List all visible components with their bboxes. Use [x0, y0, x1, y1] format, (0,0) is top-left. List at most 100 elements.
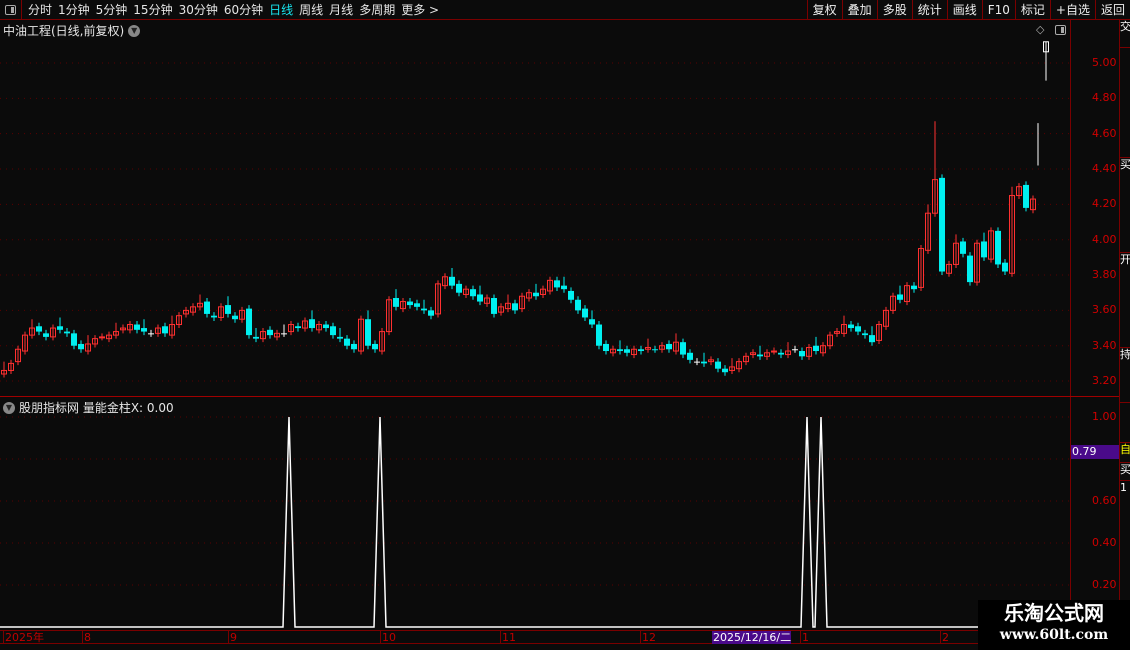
- candle-body: [421, 308, 427, 311]
- price-chart: [0, 41, 1070, 628]
- chevron-down-icon[interactable]: ▼: [3, 401, 15, 414]
- candle-body: [862, 333, 868, 336]
- candle-body: [911, 285, 917, 290]
- candle-body: [603, 343, 609, 352]
- price-tick-label: 5.00: [1092, 56, 1117, 69]
- candle-body: [701, 361, 707, 364]
- date-tick-label: 11: [500, 631, 516, 644]
- candle-body: [939, 177, 945, 272]
- candle-body: [561, 285, 567, 290]
- candle-body: [470, 289, 476, 297]
- candle-body: [617, 349, 623, 352]
- candle-body: [855, 326, 861, 332]
- candle-body: [533, 292, 539, 297]
- candle-body: [162, 326, 168, 334]
- candle-body: [771, 350, 777, 353]
- candle-body: [995, 230, 1001, 265]
- candle-body: [687, 352, 693, 360]
- date-tick-label: 2025/12/16/二: [712, 631, 792, 644]
- candle-body: [225, 305, 231, 314]
- candle-body: [71, 333, 77, 346]
- price-tick-label: 4.00: [1092, 232, 1117, 246]
- indicator-line: [0, 416, 1070, 628]
- candle-body: [407, 301, 413, 306]
- candle-body: [309, 319, 315, 329]
- price-tick-label: 4.40: [1092, 162, 1117, 176]
- candle-body: [848, 324, 854, 329]
- candle-body: [582, 308, 588, 318]
- indicator-tick-label: 0.40: [1092, 536, 1117, 549]
- candle-body: [666, 343, 672, 350]
- candle-body: [596, 324, 602, 346]
- candle-body: [78, 343, 84, 350]
- panel-divider: [0, 396, 1119, 397]
- candle-body: [799, 351, 805, 357]
- candle-body: [246, 308, 252, 336]
- price-tick-label: 3.60: [1092, 303, 1117, 317]
- date-tick-label: 12: [640, 631, 656, 644]
- candle-body: [351, 343, 357, 350]
- candle-body: [267, 329, 273, 336]
- candle-body: [792, 349, 798, 351]
- candle-body: [694, 361, 700, 363]
- right-side-panel[interactable]: 交买买买买开盘换外持仓自买1 1 1 1 1 1 1: [1119, 20, 1130, 631]
- indicator-tick-label: 1.00: [1092, 410, 1117, 423]
- candle-body: [372, 343, 378, 350]
- candle-body: [967, 255, 973, 283]
- date-tick-label: 9: [228, 631, 237, 644]
- candle-body: [897, 294, 903, 300]
- candle-body: [99, 336, 105, 339]
- candle-body: [204, 301, 210, 314]
- candle-body: [757, 354, 763, 357]
- candle-body: [36, 326, 42, 332]
- indicator-title: ▼ 股朋指标网 量能金柱X: 0.00: [3, 399, 174, 416]
- candle-body: [43, 333, 49, 337]
- candle-body: [568, 290, 574, 300]
- price-tick-label: 3.20: [1092, 374, 1117, 388]
- candle-body: [295, 326, 301, 329]
- candle-body: [281, 333, 287, 335]
- price-tick-label: 4.60: [1092, 126, 1117, 140]
- indicator-label: 股朋指标网 量能金柱X: 0.00: [19, 401, 174, 415]
- watermark-logo: 乐淘公式网 www.60lt.com: [978, 600, 1130, 650]
- date-tick-label: 1: [800, 631, 809, 644]
- price-tick-label: 3.80: [1092, 268, 1117, 282]
- date-axis: 2025年 8 9 10 11 12 2025/12/16/二 1 2: [0, 630, 1119, 644]
- candle-body: [722, 368, 728, 373]
- candle-body: [253, 336, 259, 339]
- candle-body: [554, 280, 560, 288]
- candle-body: [624, 349, 630, 353]
- candle-body: [477, 294, 483, 302]
- price-tick-label: 3.40: [1092, 338, 1117, 352]
- candle-body: [1002, 262, 1008, 272]
- candle-body: [512, 303, 518, 311]
- candle-body: [232, 315, 238, 320]
- date-tick-label: 2025年: [3, 631, 44, 644]
- date-tick-label: 10: [380, 631, 396, 644]
- candle-body: [715, 361, 721, 369]
- indicator-tick-label: 0.60: [1092, 494, 1117, 507]
- candle-body: [456, 283, 462, 293]
- candle-body: [589, 319, 595, 325]
- price-tick-label: 4.20: [1092, 197, 1117, 211]
- candle-body: [575, 299, 581, 311]
- indicator-tick-label: 0.20: [1092, 578, 1117, 591]
- date-tick-label: 2: [940, 631, 949, 644]
- candle-body: [344, 338, 350, 346]
- candle-body: [365, 319, 371, 346]
- indicator-value-marker: 0.79: [1071, 445, 1119, 459]
- candle-body: [449, 276, 455, 286]
- candle-body: [134, 324, 140, 330]
- candle-body: [778, 352, 784, 355]
- candle-body: [414, 303, 420, 307]
- candle-body: [491, 298, 497, 314]
- candle-body: [148, 333, 154, 335]
- candle-body: [680, 342, 686, 355]
- date-tick-label: 8: [82, 631, 91, 644]
- candle-body: [337, 336, 343, 339]
- candle-body: [813, 345, 819, 352]
- price-tick-label: 4.80: [1092, 91, 1117, 105]
- axis-divider: [1070, 20, 1071, 630]
- candle-body: [211, 315, 217, 318]
- candle-body: [960, 241, 966, 254]
